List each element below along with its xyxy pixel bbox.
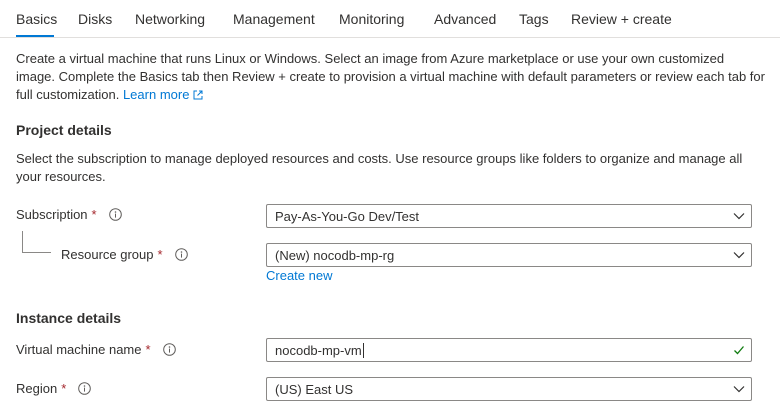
text-cursor <box>362 342 364 358</box>
tree-connector-vertical <box>22 231 23 252</box>
tab-bar: Basics Disks Networking Management Monit… <box>0 0 780 38</box>
subscription-label-text: Subscription <box>16 207 88 222</box>
tab-advanced[interactable]: Advanced <box>434 11 496 27</box>
region-label-text: Region <box>16 381 58 396</box>
required-marker: * <box>61 381 67 396</box>
intro-text: Create a virtual machine that runs Linux… <box>16 50 766 104</box>
required-marker: * <box>91 207 97 222</box>
create-new-link[interactable]: Create new <box>266 268 332 283</box>
region-label: Region * <box>16 381 92 396</box>
resource-group-value: (New) nocodb-mp-rg <box>275 247 395 263</box>
vm-name-input[interactable]: nocodb-mp-vm <box>266 338 752 362</box>
project-details-heading: Project details <box>16 122 112 138</box>
external-link-icon <box>193 90 203 100</box>
required-marker: * <box>157 247 163 262</box>
tab-monitoring[interactable]: Monitoring <box>339 11 404 27</box>
vm-name-label-text: Virtual machine name <box>16 342 142 357</box>
tab-management[interactable]: Management <box>233 11 315 27</box>
info-icon[interactable] <box>174 248 188 261</box>
learn-more-label: Learn more <box>122 87 190 102</box>
checkmark-icon <box>734 346 744 355</box>
region-value: (US) East US <box>275 381 354 397</box>
info-icon[interactable] <box>108 208 122 221</box>
resource-group-label: Resource group * <box>61 247 188 262</box>
subscription-select[interactable]: Pay-As-You-Go Dev/Test <box>266 204 752 228</box>
subscription-value: Pay-As-You-Go Dev/Test <box>275 208 420 224</box>
chevron-down-icon <box>733 386 745 393</box>
vm-name-value: nocodb-mp-vm <box>275 342 362 358</box>
vm-name-label: Virtual machine name * <box>16 342 176 357</box>
tab-review-create[interactable]: Review + create <box>571 11 672 27</box>
resource-group-select[interactable]: (New) nocodb-mp-rg <box>266 243 752 267</box>
tab-basics[interactable]: Basics <box>16 11 57 27</box>
project-details-description: Select the subscription to manage deploy… <box>16 151 743 184</box>
learn-more-link[interactable]: Learn more <box>123 87 203 102</box>
resource-group-label-text: Resource group <box>61 247 154 262</box>
info-icon[interactable] <box>162 343 176 356</box>
chevron-down-icon <box>733 213 745 220</box>
subscription-label: Subscription * <box>16 207 122 222</box>
required-marker: * <box>145 342 151 357</box>
instance-details-heading: Instance details <box>16 310 122 326</box>
active-tab-indicator <box>16 35 54 37</box>
region-select[interactable]: (US) East US <box>266 377 752 401</box>
info-icon[interactable] <box>78 382 92 395</box>
chevron-down-icon <box>733 252 745 259</box>
tree-connector-horizontal <box>22 252 51 253</box>
tab-networking[interactable]: Networking <box>135 11 205 27</box>
tab-disks[interactable]: Disks <box>78 11 112 27</box>
tab-tags[interactable]: Tags <box>519 11 549 27</box>
